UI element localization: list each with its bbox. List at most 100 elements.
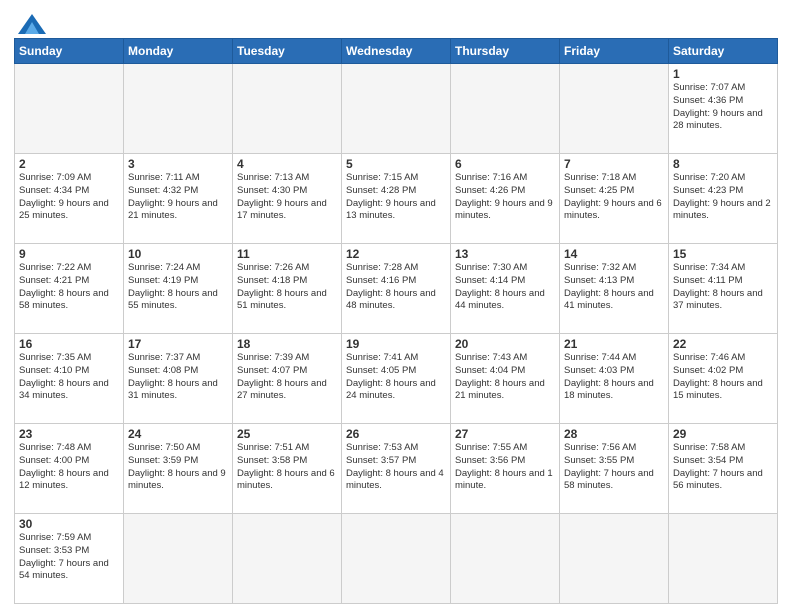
week-row-1: 1Sunrise: 7:07 AM Sunset: 4:36 PM Daylig… [15, 64, 778, 154]
week-row-5: 23Sunrise: 7:48 AM Sunset: 4:00 PM Dayli… [15, 424, 778, 514]
day-header-friday: Friday [560, 39, 669, 64]
calendar-cell: 6Sunrise: 7:16 AM Sunset: 4:26 PM Daylig… [451, 154, 560, 244]
day-info: Sunrise: 7:35 AM Sunset: 4:10 PM Dayligh… [19, 352, 119, 403]
day-header-monday: Monday [124, 39, 233, 64]
calendar-cell: 2Sunrise: 7:09 AM Sunset: 4:34 PM Daylig… [15, 154, 124, 244]
day-info: Sunrise: 7:56 AM Sunset: 3:55 PM Dayligh… [564, 442, 664, 493]
calendar-cell [233, 514, 342, 604]
day-number: 7 [564, 157, 664, 171]
calendar-cell: 16Sunrise: 7:35 AM Sunset: 4:10 PM Dayli… [15, 334, 124, 424]
day-info: Sunrise: 7:15 AM Sunset: 4:28 PM Dayligh… [346, 172, 446, 223]
day-info: Sunrise: 7:24 AM Sunset: 4:19 PM Dayligh… [128, 262, 228, 313]
day-info: Sunrise: 7:48 AM Sunset: 4:00 PM Dayligh… [19, 442, 119, 493]
day-info: Sunrise: 7:32 AM Sunset: 4:13 PM Dayligh… [564, 262, 664, 313]
day-number: 4 [237, 157, 337, 171]
logo-area [14, 10, 48, 34]
day-number: 25 [237, 427, 337, 441]
day-number: 5 [346, 157, 446, 171]
day-number: 16 [19, 337, 119, 351]
day-info: Sunrise: 7:41 AM Sunset: 4:05 PM Dayligh… [346, 352, 446, 403]
day-info: Sunrise: 7:11 AM Sunset: 4:32 PM Dayligh… [128, 172, 228, 223]
calendar-cell: 17Sunrise: 7:37 AM Sunset: 4:08 PM Dayli… [124, 334, 233, 424]
calendar-page: SundayMondayTuesdayWednesdayThursdayFrid… [0, 0, 792, 612]
day-info: Sunrise: 7:22 AM Sunset: 4:21 PM Dayligh… [19, 262, 119, 313]
calendar-cell: 9Sunrise: 7:22 AM Sunset: 4:21 PM Daylig… [15, 244, 124, 334]
calendar-cell: 30Sunrise: 7:59 AM Sunset: 3:53 PM Dayli… [15, 514, 124, 604]
day-info: Sunrise: 7:39 AM Sunset: 4:07 PM Dayligh… [237, 352, 337, 403]
calendar-cell: 18Sunrise: 7:39 AM Sunset: 4:07 PM Dayli… [233, 334, 342, 424]
day-number: 23 [19, 427, 119, 441]
day-number: 15 [673, 247, 773, 261]
day-info: Sunrise: 7:51 AM Sunset: 3:58 PM Dayligh… [237, 442, 337, 493]
day-info: Sunrise: 7:20 AM Sunset: 4:23 PM Dayligh… [673, 172, 773, 223]
calendar-cell: 14Sunrise: 7:32 AM Sunset: 4:13 PM Dayli… [560, 244, 669, 334]
day-info: Sunrise: 7:26 AM Sunset: 4:18 PM Dayligh… [237, 262, 337, 313]
calendar-cell: 28Sunrise: 7:56 AM Sunset: 3:55 PM Dayli… [560, 424, 669, 514]
day-number: 14 [564, 247, 664, 261]
day-number: 2 [19, 157, 119, 171]
calendar-cell: 12Sunrise: 7:28 AM Sunset: 4:16 PM Dayli… [342, 244, 451, 334]
day-number: 3 [128, 157, 228, 171]
day-header-sunday: Sunday [15, 39, 124, 64]
calendar-cell: 19Sunrise: 7:41 AM Sunset: 4:05 PM Dayli… [342, 334, 451, 424]
day-number: 8 [673, 157, 773, 171]
logo [14, 14, 48, 34]
day-info: Sunrise: 7:09 AM Sunset: 4:34 PM Dayligh… [19, 172, 119, 223]
day-info: Sunrise: 7:37 AM Sunset: 4:08 PM Dayligh… [128, 352, 228, 403]
calendar-cell: 1Sunrise: 7:07 AM Sunset: 4:36 PM Daylig… [669, 64, 778, 154]
calendar-cell: 10Sunrise: 7:24 AM Sunset: 4:19 PM Dayli… [124, 244, 233, 334]
calendar-cell: 11Sunrise: 7:26 AM Sunset: 4:18 PM Dayli… [233, 244, 342, 334]
logo-icon [18, 14, 46, 34]
day-number: 22 [673, 337, 773, 351]
calendar-cell [669, 514, 778, 604]
calendar-cell: 22Sunrise: 7:46 AM Sunset: 4:02 PM Dayli… [669, 334, 778, 424]
calendar-cell: 3Sunrise: 7:11 AM Sunset: 4:32 PM Daylig… [124, 154, 233, 244]
day-info: Sunrise: 7:50 AM Sunset: 3:59 PM Dayligh… [128, 442, 228, 493]
day-info: Sunrise: 7:53 AM Sunset: 3:57 PM Dayligh… [346, 442, 446, 493]
calendar-cell [451, 514, 560, 604]
calendar-cell: 26Sunrise: 7:53 AM Sunset: 3:57 PM Dayli… [342, 424, 451, 514]
day-header-tuesday: Tuesday [233, 39, 342, 64]
calendar-cell [451, 64, 560, 154]
day-number: 12 [346, 247, 446, 261]
day-info: Sunrise: 7:30 AM Sunset: 4:14 PM Dayligh… [455, 262, 555, 313]
day-info: Sunrise: 7:44 AM Sunset: 4:03 PM Dayligh… [564, 352, 664, 403]
calendar-cell: 8Sunrise: 7:20 AM Sunset: 4:23 PM Daylig… [669, 154, 778, 244]
day-header-wednesday: Wednesday [342, 39, 451, 64]
calendar-table: SundayMondayTuesdayWednesdayThursdayFrid… [14, 38, 778, 604]
week-row-2: 2Sunrise: 7:09 AM Sunset: 4:34 PM Daylig… [15, 154, 778, 244]
header [14, 10, 778, 34]
day-number: 30 [19, 517, 119, 531]
calendar-cell [560, 64, 669, 154]
day-number: 13 [455, 247, 555, 261]
calendar-cell [124, 514, 233, 604]
calendar-cell: 7Sunrise: 7:18 AM Sunset: 4:25 PM Daylig… [560, 154, 669, 244]
calendar-cell: 24Sunrise: 7:50 AM Sunset: 3:59 PM Dayli… [124, 424, 233, 514]
day-number: 6 [455, 157, 555, 171]
day-header-thursday: Thursday [451, 39, 560, 64]
calendar-cell: 27Sunrise: 7:55 AM Sunset: 3:56 PM Dayli… [451, 424, 560, 514]
day-number: 27 [455, 427, 555, 441]
calendar-cell: 21Sunrise: 7:44 AM Sunset: 4:03 PM Dayli… [560, 334, 669, 424]
day-number: 26 [346, 427, 446, 441]
calendar-cell: 29Sunrise: 7:58 AM Sunset: 3:54 PM Dayli… [669, 424, 778, 514]
calendar-cell: 23Sunrise: 7:48 AM Sunset: 4:00 PM Dayli… [15, 424, 124, 514]
day-info: Sunrise: 7:46 AM Sunset: 4:02 PM Dayligh… [673, 352, 773, 403]
day-number: 20 [455, 337, 555, 351]
calendar-cell [342, 514, 451, 604]
day-number: 10 [128, 247, 228, 261]
day-number: 11 [237, 247, 337, 261]
day-info: Sunrise: 7:07 AM Sunset: 4:36 PM Dayligh… [673, 82, 773, 133]
calendar-cell: 15Sunrise: 7:34 AM Sunset: 4:11 PM Dayli… [669, 244, 778, 334]
calendar-cell: 4Sunrise: 7:13 AM Sunset: 4:30 PM Daylig… [233, 154, 342, 244]
day-number: 18 [237, 337, 337, 351]
day-header-saturday: Saturday [669, 39, 778, 64]
day-number: 24 [128, 427, 228, 441]
calendar-body: 1Sunrise: 7:07 AM Sunset: 4:36 PM Daylig… [15, 64, 778, 604]
day-info: Sunrise: 7:55 AM Sunset: 3:56 PM Dayligh… [455, 442, 555, 493]
week-row-6: 30Sunrise: 7:59 AM Sunset: 3:53 PM Dayli… [15, 514, 778, 604]
calendar-cell: 20Sunrise: 7:43 AM Sunset: 4:04 PM Dayli… [451, 334, 560, 424]
week-row-3: 9Sunrise: 7:22 AM Sunset: 4:21 PM Daylig… [15, 244, 778, 334]
day-info: Sunrise: 7:13 AM Sunset: 4:30 PM Dayligh… [237, 172, 337, 223]
day-info: Sunrise: 7:34 AM Sunset: 4:11 PM Dayligh… [673, 262, 773, 313]
